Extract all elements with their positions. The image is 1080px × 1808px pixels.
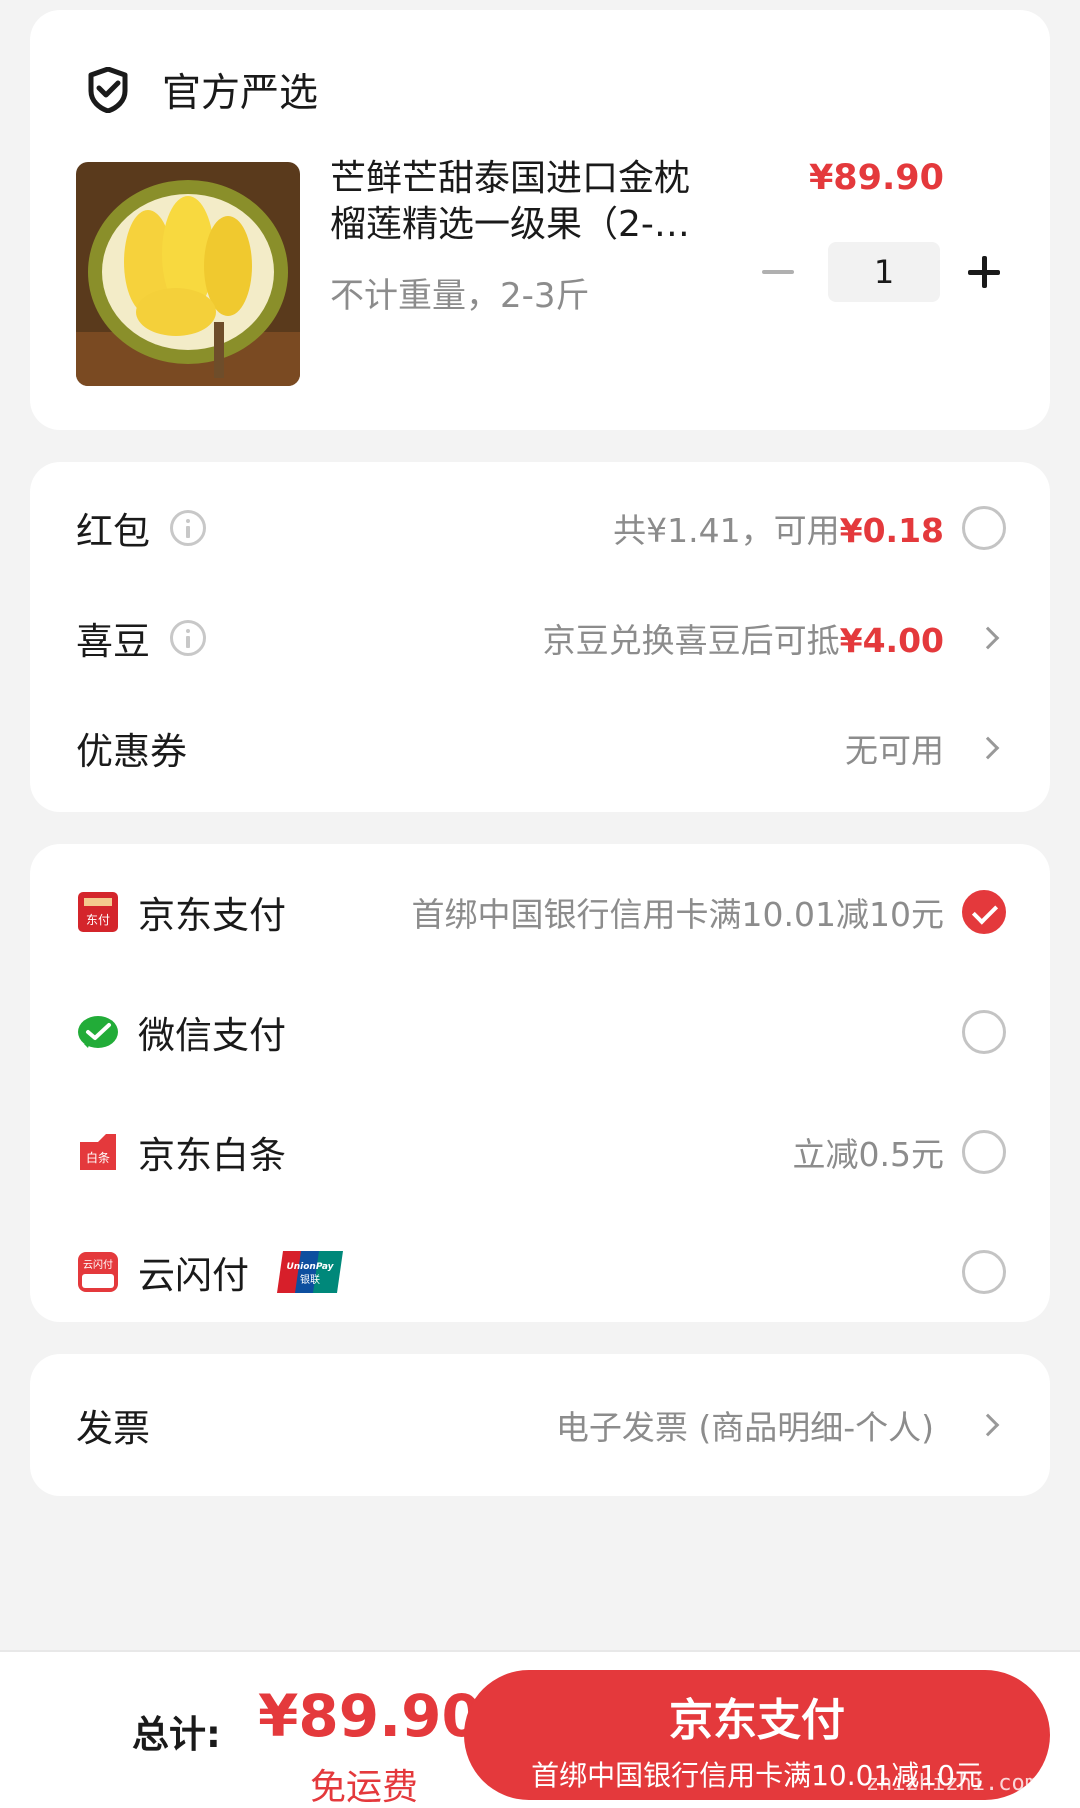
durian-image <box>76 162 300 386</box>
unionpay-badge-icon: UnionPay 银联 <box>277 1251 343 1293</box>
chevron-right-icon <box>976 626 1000 650</box>
product-title[interactable]: 芒鲜芒甜泰国进口金枕 榴莲精选一级果（2-… <box>330 156 750 248</box>
payment-option-yunshanfu[interactable]: 云闪付 云闪付 UnionPay 银联 <box>30 1222 1050 1322</box>
checkout-bar: 总计: ¥89.90 免运费 京东支付 首绑中国银行信用卡满10.01减10元 … <box>0 1650 1080 1808</box>
jd-pay-radio[interactable] <box>962 890 1006 934</box>
jd-baitiao-icon: 白条 <box>80 1134 116 1170</box>
svg-text:云闪付: 云闪付 <box>83 1258 113 1271</box>
coupon-row[interactable]: 优惠券 无可用 <box>30 698 1050 798</box>
xidou-row[interactable]: 喜豆 京豆兑换喜豆后可抵¥4.00 <box>30 588 1050 688</box>
minus-icon[interactable] <box>758 252 798 292</box>
plus-icon[interactable] <box>964 252 1004 292</box>
jd-pay-icon: 东付 <box>78 892 118 932</box>
product-spec[interactable]: 不计重量，2-3斤 <box>330 268 590 317</box>
shipping-label: 免运费 <box>310 1767 419 1808</box>
jd-baitiao-promo: 立减0.5元 <box>792 1135 944 1174</box>
svg-text:东付: 东付 <box>86 913 110 927</box>
product-price: ¥89.90 <box>808 158 944 198</box>
yunshanfu-label: 云闪付 <box>138 1254 249 1297</box>
store-header: 官方严选 <box>88 62 318 118</box>
total-price: ¥89.90 <box>258 1682 482 1750</box>
watermark: zhizhizhi.com <box>865 1771 1038 1796</box>
red-packet-label: 红包 <box>76 510 150 553</box>
coupon-value: 无可用 <box>845 731 944 770</box>
red-packet-value-prefix: 共¥1.41，可用 <box>613 511 840 550</box>
wechat-pay-icon <box>78 1016 118 1048</box>
wechat-pay-label-group: 微信支付 <box>76 1005 286 1059</box>
svg-text:银联: 银联 <box>300 1273 320 1286</box>
svg-text:UnionPay: UnionPay <box>286 1262 334 1272</box>
yunshanfu-label-group: 云闪付 云闪付 UnionPay 银联 <box>76 1245 343 1299</box>
coupon-label: 优惠券 <box>76 730 187 773</box>
invoice-row[interactable]: 发票 电子发票 (商品明细-个人) <box>30 1375 1050 1475</box>
chevron-right-icon <box>976 1413 1000 1437</box>
yunshanfu-radio[interactable] <box>962 1250 1006 1294</box>
total-label: 总计: <box>132 1713 221 1756</box>
payment-option-jd-baitiao[interactable]: 白条 京东白条 立减0.5元 <box>30 1102 1050 1202</box>
xidou-value-amount: ¥4.00 <box>839 621 944 660</box>
quantity-stepper: 1 <box>758 242 1004 302</box>
shield-check-icon <box>88 67 128 113</box>
store-name: 官方严选 <box>162 71 319 116</box>
wechat-pay-radio[interactable] <box>962 1010 1006 1054</box>
chevron-right-icon <box>976 736 1000 760</box>
wechat-pay-label: 微信支付 <box>138 1014 286 1057</box>
jd-pay-label: 京东支付 <box>138 894 286 937</box>
product-title-line1: 芒鲜芒甜泰国进口金枕 <box>330 158 691 199</box>
svg-text:白条: 白条 <box>86 1150 110 1165</box>
xidou-label: 喜豆 <box>76 620 150 663</box>
yunshanfu-icon: 云闪付 <box>78 1252 118 1292</box>
red-packet-value-amount: ¥0.18 <box>839 511 944 550</box>
product-card: 官方严选 芒鲜芒甜泰国进口金枕 榴莲精选一级果（2-… 不计重量，2-3斤 ¥8… <box>30 10 1050 430</box>
jd-baitiao-radio[interactable] <box>962 1130 1006 1174</box>
submit-pay-button[interactable]: 京东支付 首绑中国银行信用卡满10.01减10元 zhizhizhi.com <box>464 1670 1050 1800</box>
quantity-input[interactable]: 1 <box>828 242 940 302</box>
jd-baitiao-label-group: 白条 京东白条 <box>76 1125 286 1179</box>
info-icon[interactable] <box>170 510 206 546</box>
product-title-line2: 榴莲精选一级果（2-… <box>330 204 690 245</box>
discounts-card: 红包 共¥1.41，可用¥0.18 喜豆 京豆兑换喜豆后可抵¥4.00 优惠券 … <box>30 462 1050 812</box>
payment-option-wechat-pay[interactable]: 微信支付 <box>30 982 1050 1082</box>
red-packet-radio[interactable] <box>962 506 1006 550</box>
jd-pay-label-group: 东付 京东支付 <box>76 885 286 939</box>
invoice-value: 电子发票 (商品明细-个人) <box>555 1408 934 1447</box>
invoice-label: 发票 <box>76 1407 150 1450</box>
xidou-value: 京豆兑换喜豆后可抵¥4.00 <box>543 614 944 662</box>
product-image[interactable] <box>76 162 300 386</box>
invoice-card[interactable]: 发票 电子发票 (商品明细-个人) <box>30 1354 1050 1496</box>
jd-pay-promo: 首绑中国银行信用卡满10.01减10元 <box>411 895 944 934</box>
red-packet-row[interactable]: 红包 共¥1.41，可用¥0.18 <box>30 478 1050 578</box>
info-icon[interactable] <box>170 620 206 656</box>
payment-methods-card: 东付 京东支付 首绑中国银行信用卡满10.01减10元 微信支付 白条 京东白条 <box>30 844 1050 1322</box>
payment-option-jd-pay[interactable]: 东付 京东支付 首绑中国银行信用卡满10.01减10元 <box>30 862 1050 962</box>
xidou-value-prefix: 京豆兑换喜豆后可抵 <box>542 621 840 660</box>
red-packet-label-group: 红包 <box>76 501 206 555</box>
jd-baitiao-label: 京东白条 <box>138 1134 286 1177</box>
xidou-label-group: 喜豆 <box>76 611 206 665</box>
red-packet-value: 共¥1.41，可用¥0.18 <box>613 504 944 552</box>
pay-button-label: 京东支付 <box>669 1695 845 1746</box>
